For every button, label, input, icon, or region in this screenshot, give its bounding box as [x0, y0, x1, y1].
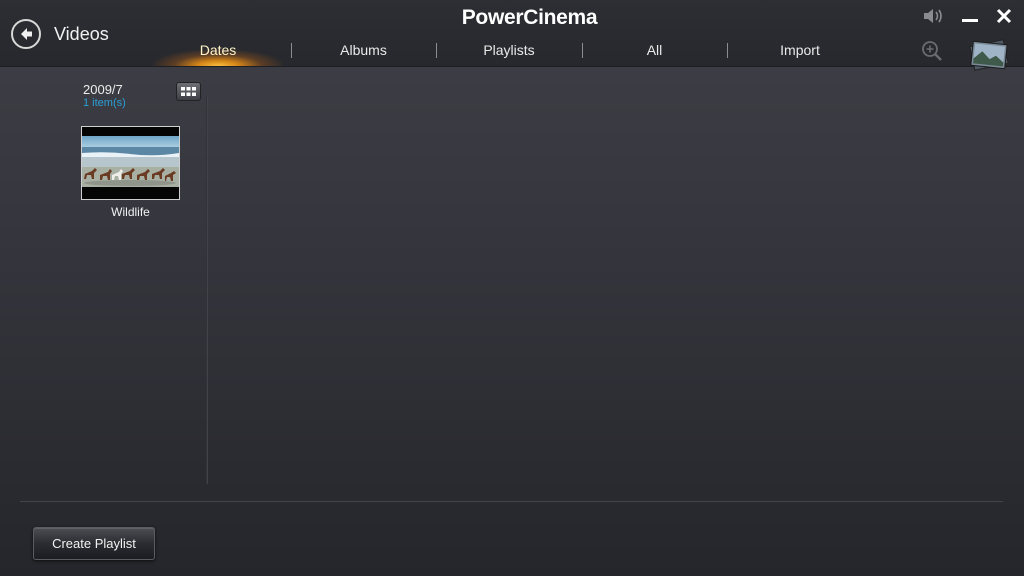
footer-divider	[20, 501, 1003, 502]
photo-stack-icon[interactable]	[966, 38, 1012, 72]
speaker-icon[interactable]	[922, 7, 946, 25]
grid-view-button[interactable]	[176, 82, 201, 101]
close-icon[interactable]	[996, 8, 1012, 24]
zoom-in-icon[interactable]	[920, 40, 944, 62]
video-title: Wildlife	[111, 205, 150, 219]
video-preview-image	[82, 127, 179, 199]
minimize-icon[interactable]	[961, 9, 979, 25]
tab-import[interactable]: Import	[727, 36, 873, 64]
date-group-label: 2009/7	[83, 82, 123, 97]
title-bar: Videos PowerCinema Dates Albums Playlist…	[0, 0, 1024, 71]
tab-playlists[interactable]: Playlists	[436, 36, 582, 64]
tab-dates[interactable]: Dates	[145, 36, 291, 64]
tab-albums[interactable]: Albums	[291, 36, 436, 64]
tab-bar: Dates Albums Playlists All Import	[145, 36, 873, 66]
panel-divider	[206, 96, 208, 484]
tab-all[interactable]: All	[582, 36, 727, 64]
item-count: 1 item(s)	[83, 97, 126, 109]
app-title: PowerCinema	[461, 6, 598, 29]
grid-view-icon	[181, 87, 196, 96]
video-thumbnail[interactable]	[81, 126, 180, 200]
create-playlist-button[interactable]: Create Playlist	[33, 527, 155, 560]
